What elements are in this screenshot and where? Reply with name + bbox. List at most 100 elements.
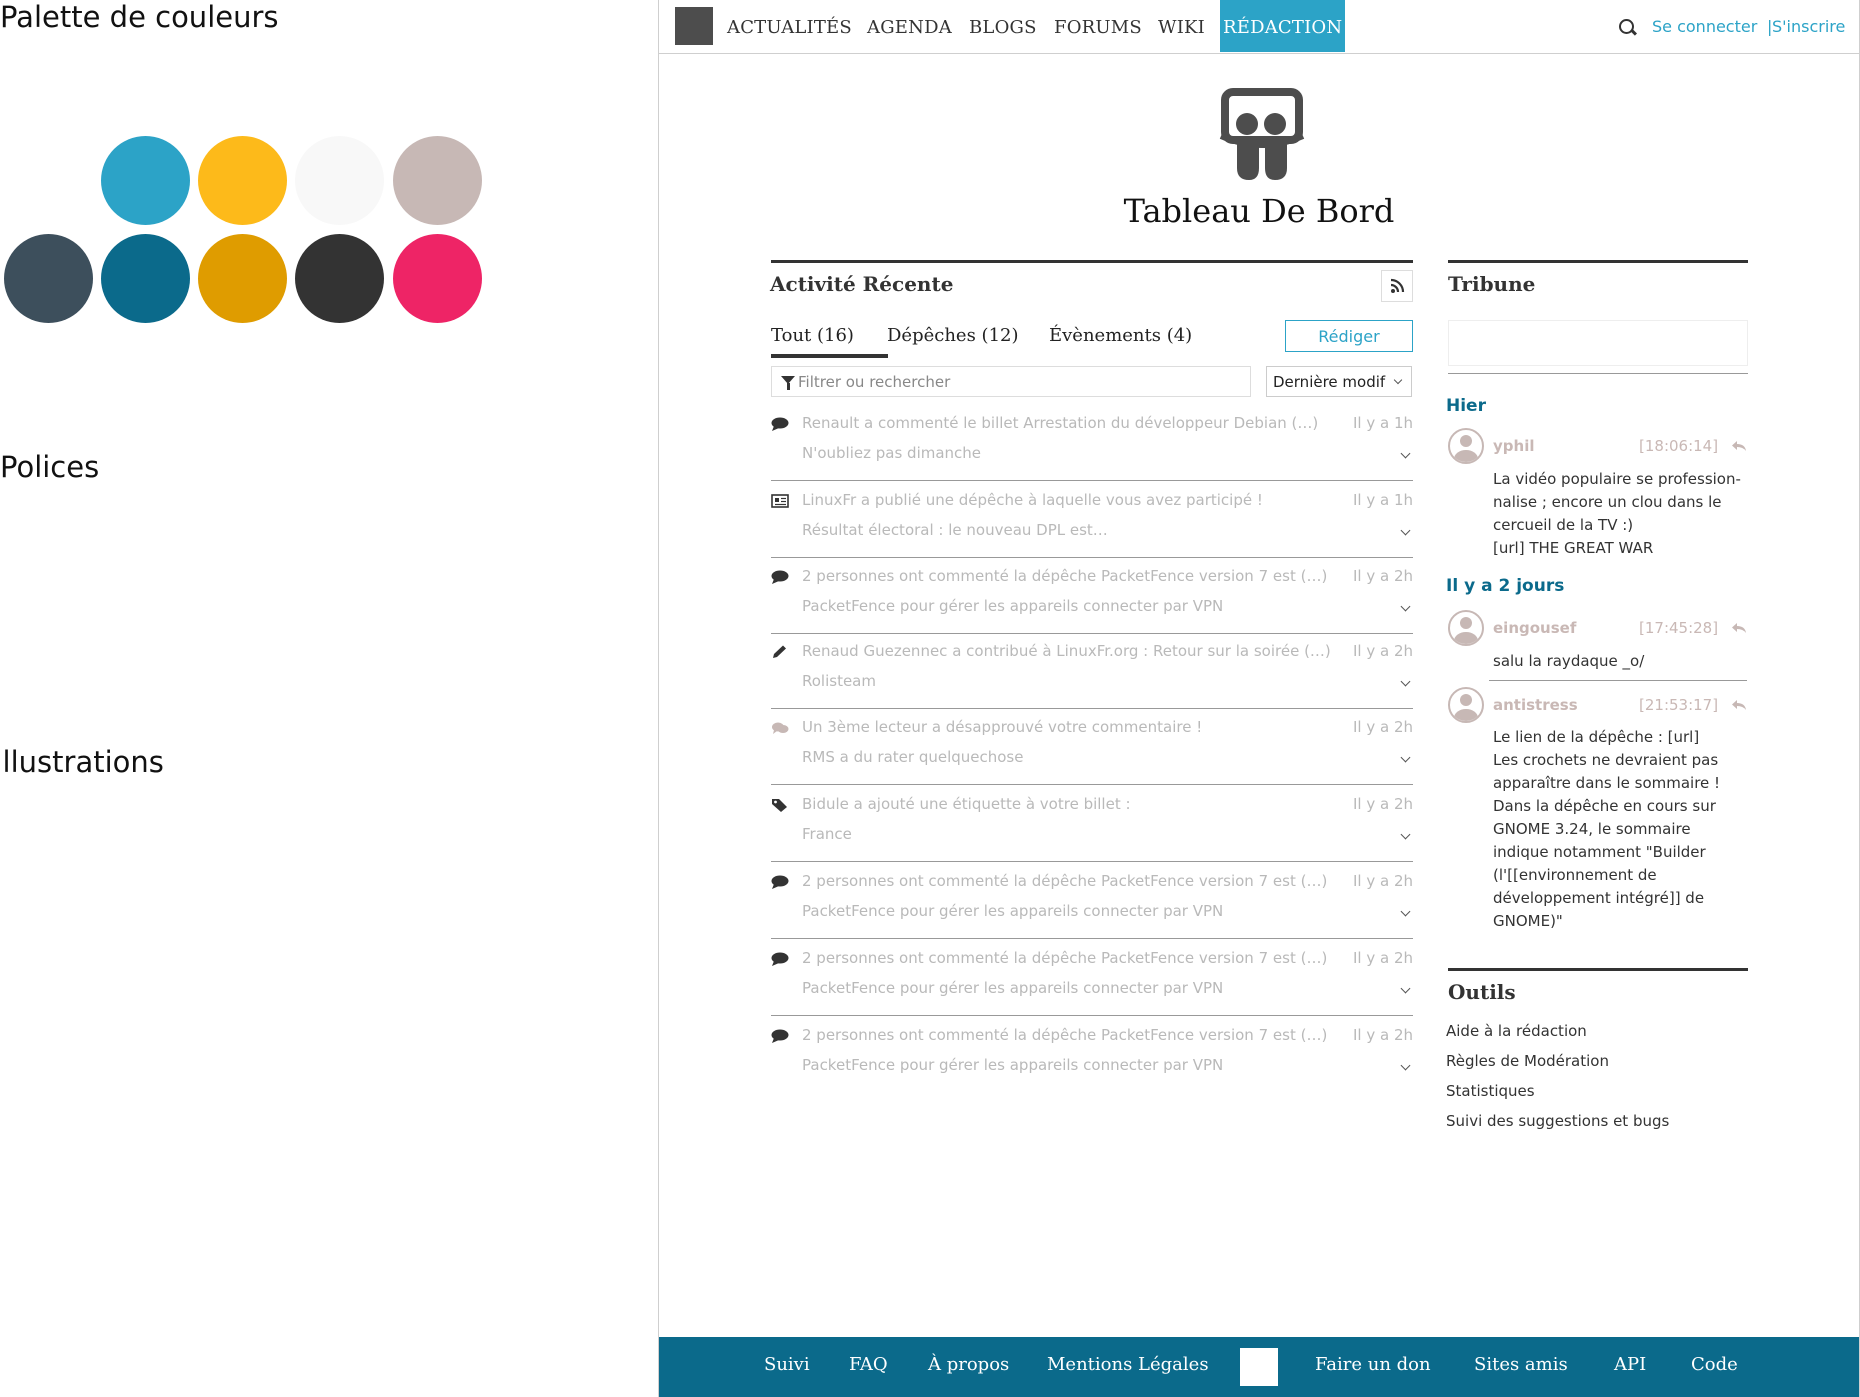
tribune-rule	[1448, 260, 1748, 263]
tool-link[interactable]: Suivi des suggestions et bugs	[1446, 1112, 1669, 1130]
top-navigation: ACTUALITÉS AGENDA BLOGS FORUMS WIKI RÉDA…	[659, 0, 1859, 54]
sort-select[interactable]: Dernière modif	[1266, 366, 1412, 397]
chevron-down-icon[interactable]	[1400, 448, 1411, 459]
message-user[interactable]: yphil	[1493, 437, 1534, 455]
activity-item[interactable]: Un 3ème lecteur a désapprouvé votre comm…	[771, 708, 1413, 785]
avatar	[1448, 610, 1484, 646]
activity-time: Il y a 2h	[1352, 718, 1413, 736]
activity-item[interactable]: LinuxFr a publié une dépêche à laquelle …	[771, 481, 1413, 558]
activity-time: Il y a 2h	[1352, 642, 1413, 660]
site-logo[interactable]	[675, 7, 713, 45]
activity-subtext: Rolisteam	[802, 672, 876, 690]
footer-logo[interactable]	[1240, 1348, 1278, 1386]
chevron-down-icon[interactable]	[1400, 906, 1411, 917]
comment-icon	[771, 875, 789, 889]
activity-item[interactable]: 2 personnes ont commenté la dépêche Pack…	[771, 939, 1413, 1016]
footer-apropos[interactable]: À propos	[928, 1354, 1009, 1375]
tribune-input[interactable]	[1448, 320, 1748, 366]
reply-icon[interactable]	[1731, 440, 1747, 452]
tab-all[interactable]: Tout (16)	[771, 325, 854, 346]
filter-input[interactable]: Filtrer ou rechercher	[771, 366, 1251, 397]
activity-time: Il y a 2h	[1352, 795, 1413, 813]
nav-forums[interactable]: FORUMS	[1054, 0, 1142, 52]
chevron-down-icon[interactable]	[1400, 601, 1411, 612]
message-user[interactable]: antistress	[1493, 696, 1578, 714]
activity-time: Il y a 2h	[1352, 949, 1413, 967]
tool-link[interactable]: Règles de Modération	[1446, 1052, 1609, 1070]
comment-icon	[771, 952, 789, 966]
swatch-3	[295, 136, 384, 225]
message-text: Le lien de la dépêche : [url] Les croche…	[1493, 728, 1721, 930]
reply-icon[interactable]	[1731, 622, 1747, 634]
search-icon[interactable]	[1619, 19, 1634, 34]
nav-redaction[interactable]: RÉDACTION	[1220, 0, 1346, 52]
chevron-down-icon[interactable]	[1400, 752, 1411, 763]
footer-code[interactable]: Code	[1691, 1354, 1738, 1375]
nav-agenda[interactable]: AGENDA	[867, 0, 952, 52]
activity-item[interactable]: Renaud Guezennec a contribué à LinuxFr.o…	[771, 632, 1413, 709]
message-user[interactable]: eingousef	[1493, 619, 1576, 637]
chevron-down-icon[interactable]	[1400, 983, 1411, 994]
nav-actualites[interactable]: ACTUALITÉS	[727, 0, 852, 52]
rss-button[interactable]	[1381, 270, 1413, 302]
activity-item[interactable]: 2 personnes ont commenté la dépêche Pack…	[771, 1016, 1413, 1092]
chevron-down-icon[interactable]	[1400, 676, 1411, 687]
activity-text: Bidule a ajouté une étiquette à votre bi…	[802, 795, 1131, 813]
message-divider	[1489, 680, 1747, 681]
swatch-5	[4, 234, 93, 323]
activity-item[interactable]: Bidule a ajouté une étiquette à votre bi…	[771, 785, 1413, 862]
login-link[interactable]: Se connecter	[1652, 17, 1757, 36]
activity-subtext: PacketFence pour gérer les appareils con…	[802, 1056, 1224, 1074]
chevron-down-icon[interactable]	[1400, 829, 1411, 840]
footer-faq[interactable]: FAQ	[849, 1354, 888, 1375]
activity-item[interactable]: 2 personnes ont commenté la dépêche Pack…	[771, 557, 1413, 634]
activity-item[interactable]: Renault a commenté le billet Arrestation…	[771, 404, 1413, 481]
footer-don[interactable]: Faire un don	[1315, 1354, 1431, 1375]
nav-wiki[interactable]: WIKI	[1158, 0, 1205, 52]
message-time[interactable]: [21:53:17]	[1639, 696, 1718, 714]
tab-evenements[interactable]: Évènements (4)	[1049, 325, 1192, 346]
day-label: Il y a 2 jours	[1446, 576, 1565, 596]
palette-title: Palette de couleurs	[0, 0, 279, 34]
activity-text: Un 3ème lecteur a désapprouvé votre comm…	[802, 718, 1203, 736]
activity-text: LinuxFr a publié une dépêche à laquelle …	[802, 491, 1263, 509]
newspaper-icon	[771, 494, 789, 508]
footer-api[interactable]: API	[1614, 1354, 1646, 1375]
reply-icon[interactable]	[1731, 699, 1747, 711]
activity-time: Il y a 2h	[1352, 872, 1413, 890]
chevron-down-icon[interactable]	[1400, 525, 1411, 536]
active-tab-indicator	[771, 354, 888, 358]
filter-icon	[781, 376, 795, 390]
activity-item[interactable]: 2 personnes ont commenté la dépêche Pack…	[771, 862, 1413, 939]
signup-link[interactable]: S'inscrire	[1772, 17, 1845, 36]
chevron-down-icon	[1393, 375, 1403, 385]
write-button[interactable]: Rédiger	[1285, 320, 1413, 352]
page-title: Tableau De Bord	[1123, 192, 1395, 230]
activity-subtext: PacketFence pour gérer les appareils con…	[802, 597, 1224, 615]
message-time[interactable]: [17:45:28]	[1639, 619, 1718, 637]
message-time[interactable]: [18:06:14]	[1639, 437, 1718, 455]
day-label: Hier	[1446, 396, 1486, 416]
sort-value: Dernière modif	[1273, 373, 1386, 391]
tool-link[interactable]: Statistiques	[1446, 1082, 1535, 1100]
footer-mentions[interactable]: Mentions Légales	[1047, 1354, 1209, 1375]
tool-link[interactable]: Aide à la rédaction	[1446, 1022, 1587, 1040]
footer: Suivi FAQ À propos Mentions Légales Fair…	[659, 1337, 1859, 1397]
tools-title: Outils	[1448, 980, 1516, 1004]
footer-sites-amis[interactable]: Sites amis	[1474, 1354, 1568, 1375]
activity-time: Il y a 1h	[1352, 414, 1413, 432]
footer-suivi[interactable]: Suivi	[764, 1354, 810, 1375]
activity-subtext: France	[802, 825, 852, 843]
filter-placeholder: Filtrer ou rechercher	[798, 373, 951, 391]
activity-text: Renaud Guezennec a contribué à LinuxFr.o…	[802, 642, 1331, 660]
divider	[1448, 373, 1748, 374]
tab-depeches[interactable]: Dépêches (12)	[887, 325, 1019, 346]
swatch-2	[198, 136, 287, 225]
activity-text: Renault a commenté le billet Arrestation…	[802, 414, 1319, 432]
nav-blogs[interactable]: BLOGS	[969, 0, 1037, 52]
activity-subtext: PacketFence pour gérer les appareils con…	[802, 979, 1224, 997]
fonts-title: Polices	[0, 450, 100, 484]
avatar	[1448, 687, 1484, 723]
activity-text: 2 personnes ont commenté la dépêche Pack…	[802, 1026, 1328, 1044]
chevron-down-icon[interactable]	[1400, 1060, 1411, 1071]
